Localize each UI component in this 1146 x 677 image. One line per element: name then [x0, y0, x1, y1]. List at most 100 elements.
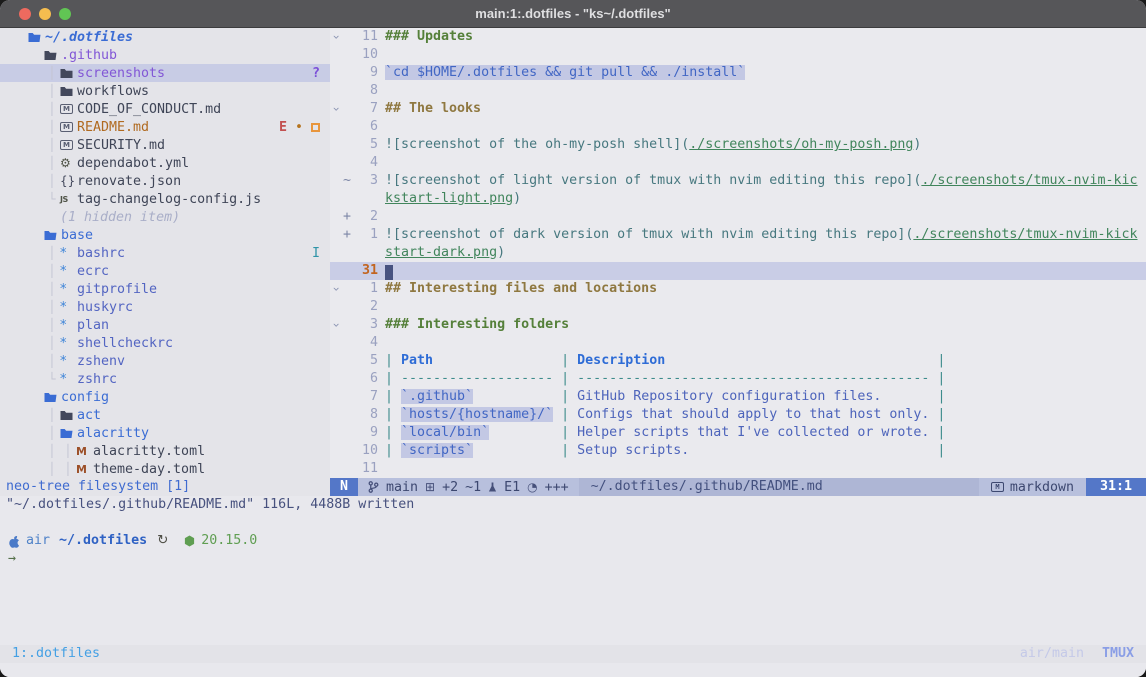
editor-line[interactable]: ›1## Interesting files and locations [330, 280, 1146, 298]
fold-column [330, 460, 343, 478]
tree-item-workflows[interactable]: │workflows [0, 82, 330, 100]
tree-item-config[interactable]: config [0, 388, 330, 406]
tree-item-ecrc[interactable]: │*ecrc [0, 262, 330, 280]
fold-column[interactable]: › [330, 280, 343, 298]
close-button[interactable] [19, 8, 31, 20]
tree-item-label: base [61, 228, 93, 243]
tree-item-dependabot-yml[interactable]: │⚙dependabot.yml [0, 154, 330, 172]
tree-item--1-hidden-item-[interactable]: (1 hidden item) [0, 208, 330, 226]
editor-line[interactable]: 10| `scripts` | Setup scripts. | [330, 442, 1146, 460]
braces-icon: {} [60, 174, 77, 188]
prompt-host: air [26, 532, 50, 550]
tree-item-label: SECURITY.md [77, 138, 165, 153]
tree-item--github[interactable]: .github [0, 46, 330, 64]
tree-item-tag-changelog-config-js[interactable]: └JStag-changelog-config.js [0, 190, 330, 208]
editor-line[interactable]: 7| `.github` | GitHub Repository configu… [330, 388, 1146, 406]
editor-line[interactable]: 10 [330, 46, 1146, 64]
fold-column [330, 190, 343, 208]
fold-column[interactable]: › [330, 100, 343, 118]
editor-line[interactable]: 6 [330, 118, 1146, 136]
zoom-button[interactable] [59, 8, 71, 20]
indent-guide: └ [44, 192, 60, 206]
git-sign-column [343, 442, 354, 460]
editor-line[interactable]: 11 [330, 460, 1146, 478]
tree-item-alacritty[interactable]: │alacritty [0, 424, 330, 442]
line-text: ### Interesting folders [385, 316, 1146, 334]
editor-line[interactable]: ~3![screenshot of light version of tmux … [330, 172, 1146, 190]
tree-item-plan[interactable]: │*plan [0, 316, 330, 334]
fold-column[interactable]: › [330, 316, 343, 334]
editor-line[interactable]: +1![screenshot of dark version of tmux w… [330, 226, 1146, 244]
tree-item-security-md[interactable]: │MSECURITY.md [0, 136, 330, 154]
editor-line[interactable]: 5![screenshot of the oh-my-posh shell](.… [330, 136, 1146, 154]
tree-item-code-of-conduct-md[interactable]: │MCODE_OF_CONDUCT.md [0, 100, 330, 118]
editor-line[interactable]: +2 [330, 208, 1146, 226]
editor-line[interactable]: ›7## The looks [330, 100, 1146, 118]
fold-column[interactable]: › [330, 28, 343, 46]
git-refresh-icon: ↻ [157, 532, 168, 550]
tree-item--dotfiles[interactable]: ~/.dotfiles [0, 28, 330, 46]
editor-line[interactable]: 6 | ------------------- | ---------------… [330, 370, 1146, 388]
statusline-extra: +++ [545, 480, 569, 495]
editor-line[interactable]: 4 [330, 154, 1146, 172]
markdown-icon: M [991, 482, 1004, 492]
neo-tree-sidebar: ~/.dotfiles.github│screenshots?│workflow… [0, 28, 330, 496]
editor-line[interactable]: 9| `local/bin` | Helper scripts that I'v… [330, 424, 1146, 442]
line-text: | ------------------- | ----------------… [385, 370, 1146, 388]
tree-item-huskyrc[interactable]: │*huskyrc [0, 298, 330, 316]
minimize-button[interactable] [39, 8, 51, 20]
tree-item-bashrc[interactable]: │*bashrcI [0, 244, 330, 262]
indent-guide: │ [44, 138, 60, 152]
tree-item-gitprofile[interactable]: │*gitprofile [0, 280, 330, 298]
indent-guide: └ [44, 372, 60, 386]
git-sign-column [343, 424, 354, 442]
editor-line[interactable]: 31 [330, 262, 1146, 280]
line-text: ## Interesting files and locations [385, 280, 1146, 298]
editor-line[interactable]: start-dark.png) [330, 244, 1146, 262]
status-badge-square [311, 123, 320, 132]
line-text [385, 118, 1146, 136]
editor-line[interactable]: 8 [330, 82, 1146, 100]
editor-line[interactable]: 8| `hosts/{hostname}/` | Configs that sh… [330, 406, 1146, 424]
ast-icon: * [60, 336, 77, 351]
tree-item-alacritty-toml[interactable]: ││Malacritty.toml [0, 442, 330, 460]
tree-item-zshenv[interactable]: │*zshenv [0, 352, 330, 370]
tree-item-renovate-json[interactable]: │{}renovate.json [0, 172, 330, 190]
tree-item-zshrc[interactable]: └*zshrc [0, 370, 330, 388]
editor-line[interactable]: kstart-light.png) [330, 190, 1146, 208]
editor-line[interactable]: 2 [330, 298, 1146, 316]
editor-line[interactable]: ›11### Updates [330, 28, 1146, 46]
tree-item-label: tag-changelog-config.js [77, 192, 261, 207]
editor-line[interactable]: 4 [330, 334, 1146, 352]
line-number: 6 [354, 370, 378, 388]
ast-icon: * [60, 300, 77, 315]
neo-tree-status: neo-tree filesystem [1] [0, 478, 330, 496]
md-icon: M [60, 104, 77, 114]
tree-item-label: gitprofile [77, 282, 157, 297]
folder-icon [60, 68, 77, 79]
tree-item-theme-day-toml[interactable]: ││Mtheme-day.toml [0, 460, 330, 478]
ast-icon: * [60, 318, 77, 333]
git-sign-column [343, 136, 354, 154]
editor-line[interactable]: 9`cd $HOME/.dotfiles && git pull && ./in… [330, 64, 1146, 82]
line-text [385, 46, 1146, 64]
indent-guide: │ [60, 462, 76, 476]
line-text [385, 208, 1146, 226]
tree-item-readme-md[interactable]: │MREADME.mdE• [0, 118, 330, 136]
editor-buffer[interactable]: ›11### Updates109`cd $HOME/.dotfiles && … [330, 28, 1146, 478]
tmux-window-tab[interactable]: 1:.dotfiles [12, 645, 100, 663]
tree-item-act[interactable]: │act [0, 406, 330, 424]
line-number: 6 [354, 118, 378, 136]
fold-column [330, 406, 343, 424]
tree-item-base[interactable]: base [0, 226, 330, 244]
tree-item-screenshots[interactable]: │screenshots? [0, 64, 330, 82]
tree-item-label: CODE_OF_CONDUCT.md [77, 102, 221, 117]
tree-item-shellcheckrc[interactable]: │*shellcheckrc [0, 334, 330, 352]
line-number: 8 [354, 82, 378, 100]
line-text: ![screenshot of light version of tmux wi… [385, 172, 1146, 190]
node-version: 20.15.0 [201, 532, 257, 550]
line-number: 11 [354, 460, 378, 478]
line-number: 4 [354, 154, 378, 172]
editor-line[interactable]: 5| Path | Description | [330, 352, 1146, 370]
editor-line[interactable]: ›3### Interesting folders [330, 316, 1146, 334]
